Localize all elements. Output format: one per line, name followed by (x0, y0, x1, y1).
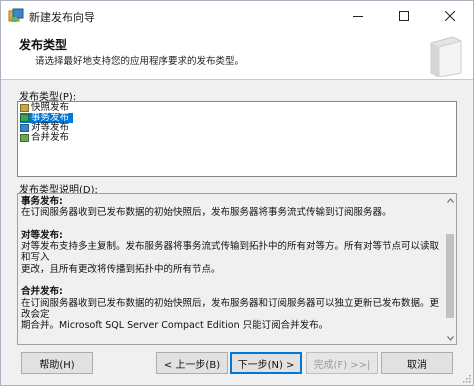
back-button[interactable]: < 上一步(B) (156, 352, 228, 374)
description-text: 事务发布: 在订阅服务器收到已发布数据的初始快照后，发布服务器将事务流式传输到订… (21, 196, 441, 332)
description-line: 在订阅服务器收到已发布数据的初始快照后，发布服务器和订阅服务器可以独立更新已发布… (21, 297, 440, 320)
description-heading-transactional: 事务发布: (21, 196, 63, 207)
scroll-up-button[interactable] (444, 194, 456, 206)
maximize-button[interactable] (381, 1, 427, 31)
minimize-icon (353, 16, 363, 17)
description-line: 更改，且所有更改将传播到拓扑中的所有节点。 (21, 263, 221, 275)
merge-publication-icon (20, 134, 29, 142)
description-line: 期合并。Microsoft SQL Server Compact Edition… (21, 320, 329, 332)
close-button[interactable] (427, 1, 473, 31)
close-icon (445, 11, 455, 21)
new-publication-wizard-window: 新建发布向导 发布类型 请选择最好地支持您的应用程序要求的发布类型。 发布类型(… (0, 0, 474, 386)
snapshot-publication-icon (20, 104, 29, 112)
help-button[interactable]: 帮助(H) (21, 352, 93, 374)
next-button[interactable]: 下一步(N) > (230, 352, 302, 374)
cancel-button[interactable]: 取消 (381, 352, 453, 374)
description-heading-merge: 合并发布: (21, 286, 63, 298)
finish-button[interactable]: 完成(F) >>| (306, 352, 378, 374)
description-heading-peer: 对等发布: (21, 229, 63, 241)
page-title: 发布类型 (19, 38, 68, 52)
chevron-up-icon (446, 197, 454, 203)
minimize-button[interactable] (335, 1, 381, 31)
description-scrollbar[interactable] (444, 194, 456, 344)
transactional-publication-icon (20, 114, 29, 122)
chevron-down-icon (446, 335, 454, 341)
publication-type-list[interactable]: 快照发布 事务发布 对等发布 合并发布 (17, 101, 457, 177)
maximize-icon (399, 11, 409, 21)
wizard-app-icon (8, 8, 24, 22)
page-subtitle: 请选择最好地支持您的应用程序要求的发布类型。 (35, 56, 245, 67)
description-line: 在订阅服务器收到已发布数据的初始快照后，发布服务器将事务流式传输到订阅服务器。 (21, 207, 392, 219)
title-bar[interactable]: 新建发布向导 (1, 1, 473, 31)
list-item-label: 合并发布 (31, 132, 70, 143)
list-item-merge[interactable]: 合并发布 (20, 133, 69, 143)
description-line: 对等发布支持多主复制。发布服务器将事务流式传输到拓扑中的所有对等方。所有对等节点… (21, 241, 440, 264)
wizard-banner-icon (430, 36, 462, 77)
scroll-thumb[interactable] (446, 234, 454, 318)
window-title: 新建发布向导 (29, 11, 95, 24)
description-textbox[interactable]: 事务发布: 在订阅服务器收到已发布数据的初始快照后，发布服务器将事务流式传输到订… (17, 193, 457, 345)
wizard-header: 发布类型 请选择最好地支持您的应用程序要求的发布类型。 (1, 31, 473, 80)
peer-publication-icon (20, 124, 29, 132)
resize-grip-icon[interactable] (461, 373, 471, 383)
scroll-down-button[interactable] (444, 332, 456, 344)
